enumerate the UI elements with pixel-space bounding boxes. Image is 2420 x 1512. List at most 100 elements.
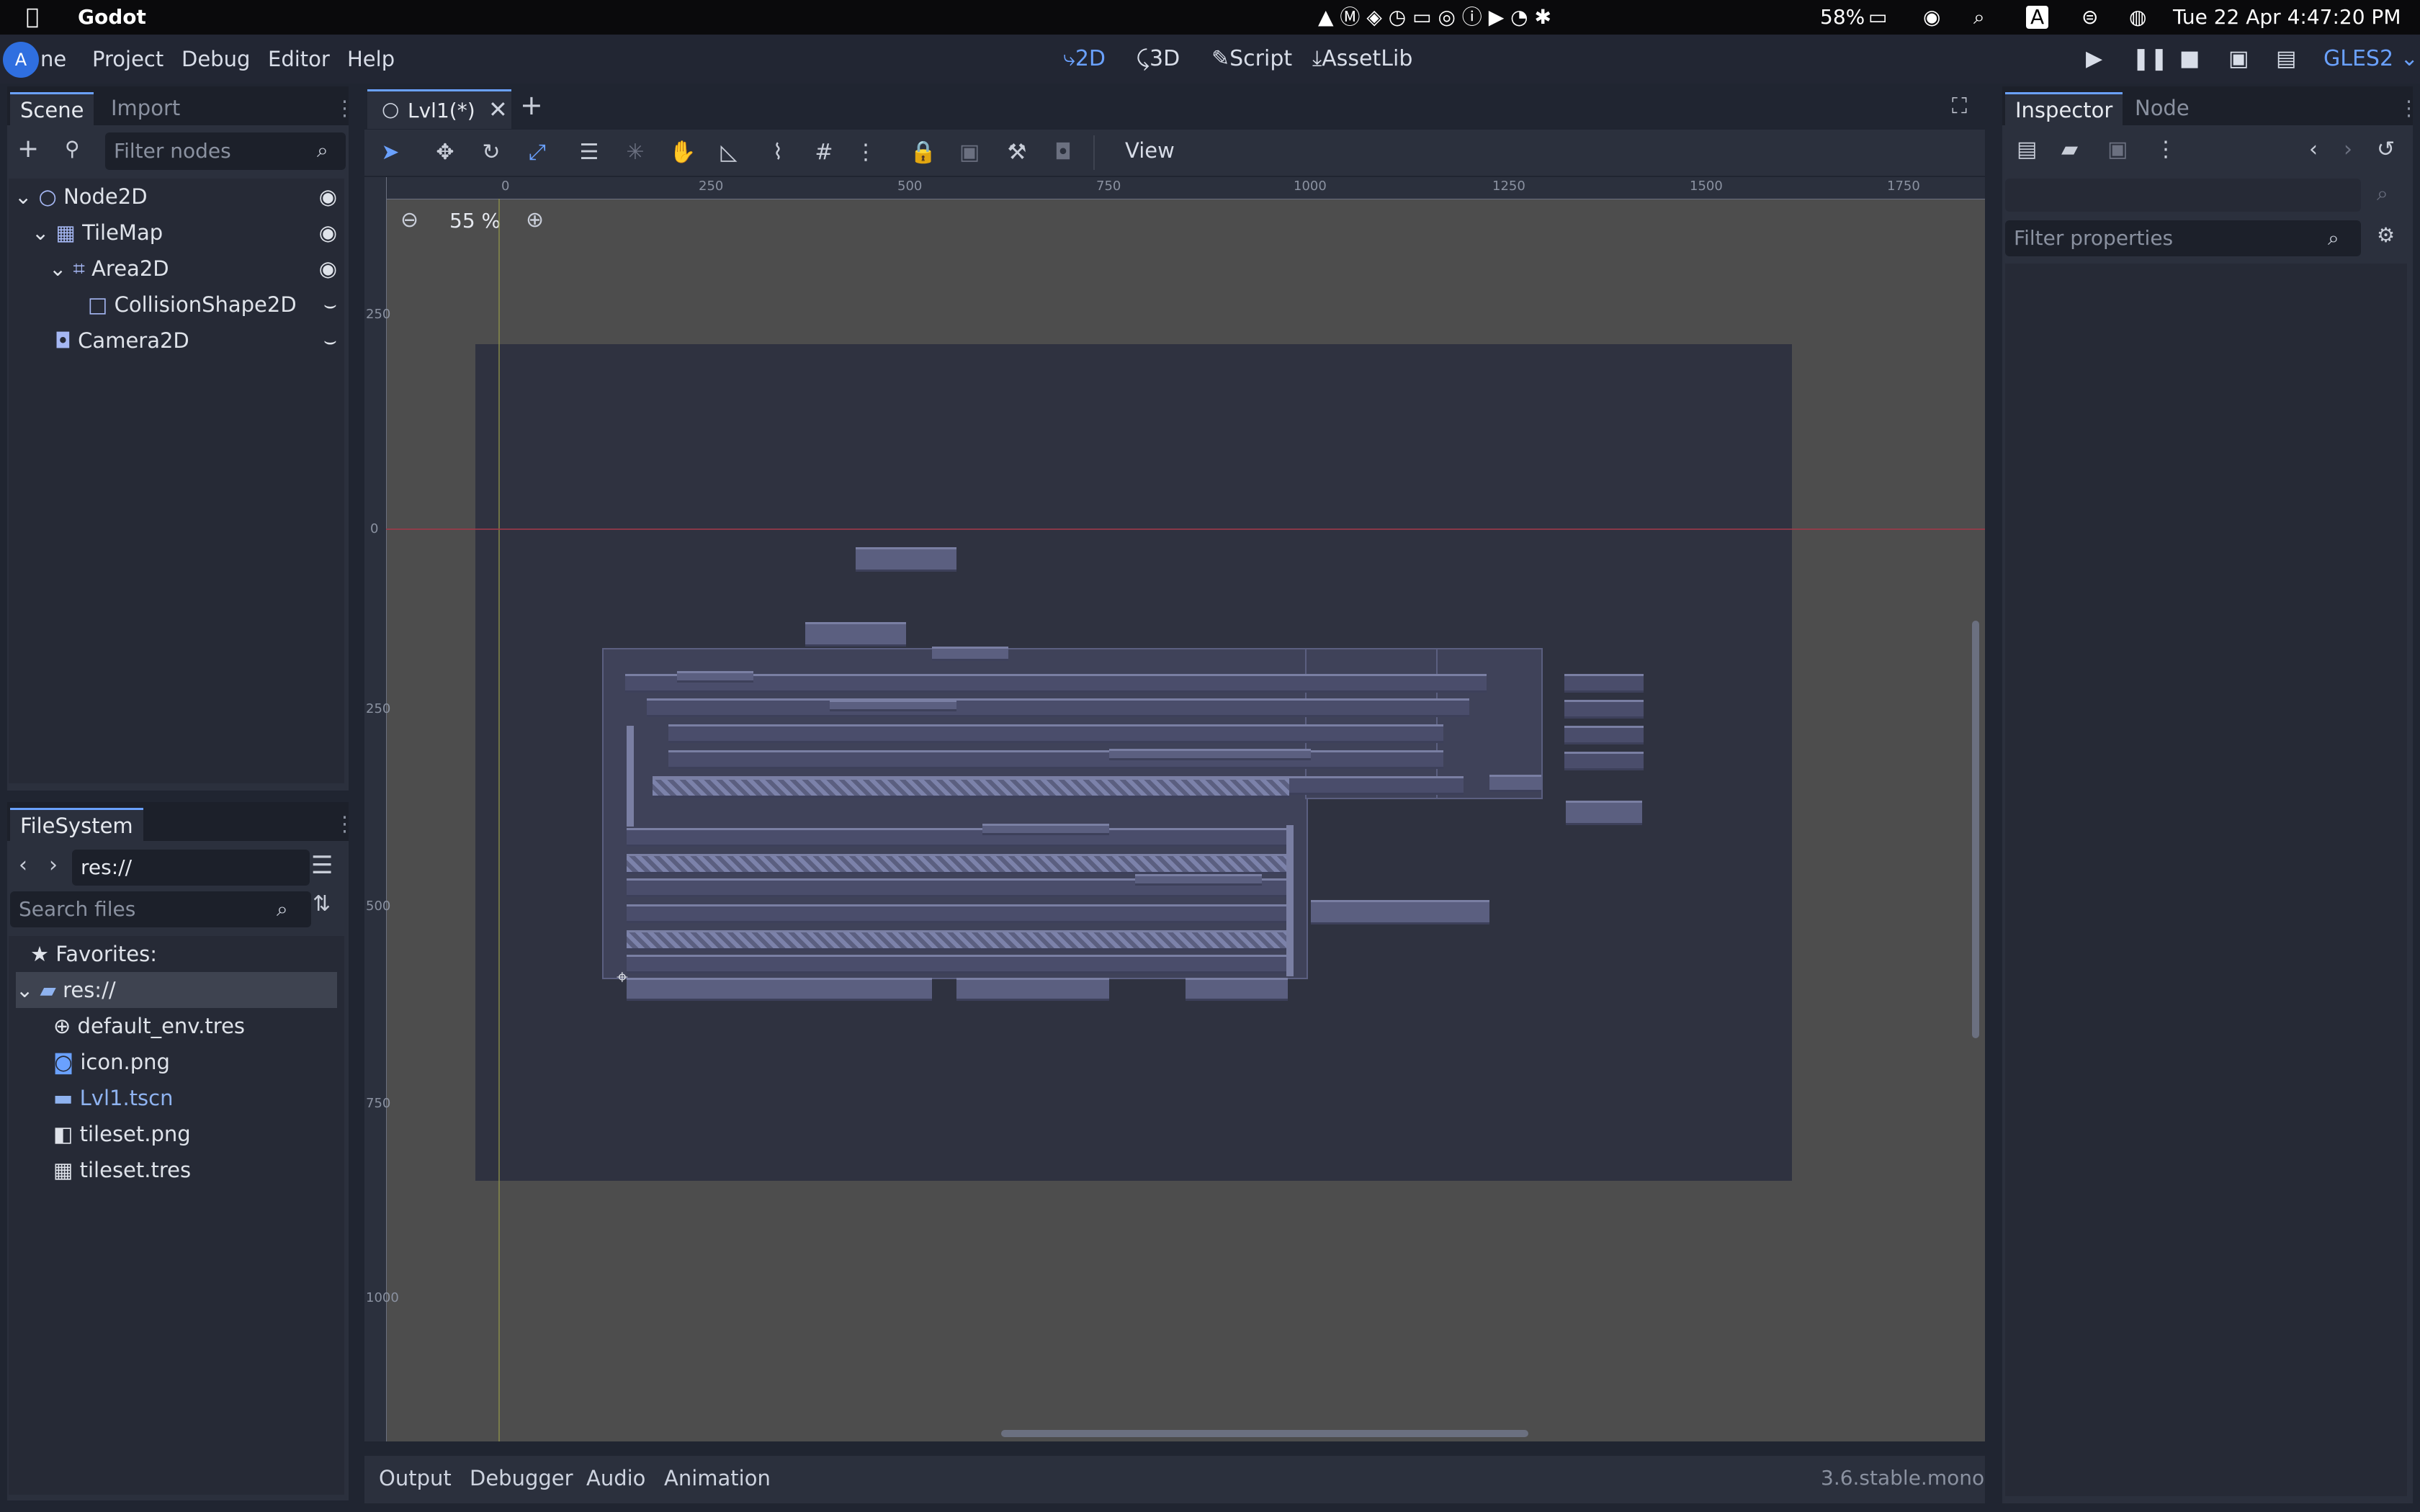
fullscreen-icon[interactable]: ⛶ — [1952, 94, 1967, 119]
open-folder-icon[interactable]: ▰ — [2061, 137, 2078, 162]
tab-output[interactable]: Output — [379, 1466, 452, 1490]
tab-inspector[interactable]: Inspector — [2005, 92, 2123, 126]
filter-properties-field[interactable]: Filter properties ⌕ — [2005, 220, 2361, 256]
zoom-in-icon[interactable]: ⊕ — [526, 207, 544, 233]
link-icon[interactable]: ⚲ — [65, 137, 80, 161]
camera-override-icon[interactable]: ◘ — [1044, 134, 1082, 171]
ruler-tool-icon[interactable]: ◺ — [710, 134, 748, 171]
split-view-icon[interactable]: ☰ — [311, 851, 333, 880]
menu-scene[interactable]: ne — [40, 45, 66, 73]
move-tool-icon[interactable]: ✥ — [426, 134, 464, 171]
filter-nodes-field[interactable]: Filter nodes ⌕ — [105, 132, 346, 170]
dock-menu-icon[interactable]: ⋮ — [324, 808, 365, 840]
tab-import[interactable]: Import — [101, 92, 190, 124]
visibility-eye-icon[interactable]: ◉ — [319, 179, 337, 215]
app-name[interactable]: Godot — [78, 4, 146, 30]
add-node-icon[interactable]: + — [17, 134, 39, 163]
workspace-3d[interactable]: ⤹3D — [1137, 43, 1180, 75]
pause-icon[interactable]: ❚❚ — [2132, 43, 2168, 75]
stop-icon[interactable]: ■ — [2179, 43, 2200, 75]
vertical-scrollbar[interactable] — [1972, 621, 1979, 1038]
workspace-script[interactable]: ✎Script — [1211, 43, 1292, 75]
renderer-select[interactable]: GLES2 ⌄ — [2323, 43, 2419, 75]
lock-icon[interactable]: 🔒 — [905, 134, 942, 171]
canvas-viewport[interactable]: 0 250 500 750 1000 1250 1500 1750 250 0 … — [364, 177, 1985, 1441]
tab-scene[interactable]: Scene — [10, 92, 94, 126]
zoom-level[interactable]: 55 % — [449, 209, 501, 233]
back-icon[interactable]: ‹ — [19, 852, 27, 878]
menu-debug[interactable]: Debug — [182, 45, 250, 73]
more-options-icon[interactable]: ⋮ — [2155, 137, 2177, 162]
tab-node[interactable]: Node — [2125, 92, 2200, 124]
view-menu[interactable]: View — [1125, 138, 1175, 163]
play-icon[interactable]: ▶ — [2086, 43, 2102, 75]
tree-item-tilemap[interactable]: ⌄ ▦ TileMap ◉ — [32, 215, 343, 251]
grid-snap-icon[interactable]: # — [805, 134, 843, 171]
spotlight-icon[interactable]: ⌕ — [1973, 4, 1985, 30]
hidden-eye-icon[interactable]: ⌣ — [323, 287, 337, 323]
file-item[interactable]: ▦ tileset.tres — [53, 1152, 191, 1188]
tab-animation[interactable]: Animation — [664, 1466, 771, 1490]
dock-menu-icon[interactable]: ⋮ — [2388, 92, 2420, 124]
file-item[interactable]: ▬ Lvl1.tscn — [53, 1080, 173, 1116]
file-item[interactable]: ⊕ default_env.tres — [53, 1008, 245, 1044]
rotate-tool-icon[interactable]: ↻ — [472, 134, 510, 171]
clock[interactable]: Tue 22 Apr 4:47:20 PM — [2173, 4, 2401, 30]
history-icon[interactable]: ↺ — [2377, 137, 2395, 162]
play-scene-icon[interactable]: ▣ — [2228, 43, 2249, 75]
avatar[interactable]: A — [3, 42, 39, 78]
input-source-badge[interactable]: A — [2026, 6, 2049, 29]
tree-item-area2d[interactable]: ⌄ ⌗ Area2D ◉ — [49, 251, 343, 287]
object-search-icon[interactable]: ⌕ — [2377, 181, 2388, 206]
history-back-icon[interactable]: ‹ — [2309, 137, 2318, 162]
visibility-eye-icon[interactable]: ◉ — [319, 215, 337, 251]
file-item[interactable]: ◙ icon.png — [53, 1044, 170, 1080]
menu-editor[interactable]: Editor — [268, 45, 330, 73]
menu-project[interactable]: Project — [92, 45, 163, 73]
tree-item-res-root[interactable]: ⌄ ▰ res:// — [16, 972, 337, 1008]
tree-item-node2d[interactable]: ⌄ ○ Node2D ◉ — [14, 179, 343, 215]
menu-help[interactable]: Help — [347, 45, 395, 73]
scene-tab-lvl1[interactable]: ○ Lvl1(*) ✕ — [367, 89, 511, 129]
dock-menu-icon[interactable]: ⋮ — [324, 92, 365, 124]
save-icon[interactable]: ▣ — [2107, 137, 2128, 162]
object-selector[interactable] — [2005, 179, 2361, 212]
history-forward-icon[interactable]: › — [2344, 137, 2352, 162]
smart-snap-icon[interactable]: ⌇ — [759, 134, 797, 171]
hidden-eye-icon[interactable]: ⌣ — [323, 323, 337, 359]
apple-icon[interactable]:  — [26, 4, 39, 30]
new-resource-icon[interactable]: ▤ — [2017, 137, 2037, 162]
play-custom-scene-icon[interactable]: ▤ — [2276, 43, 2296, 75]
group-icon[interactable]: ▣ — [951, 134, 988, 171]
path-field[interactable]: res:// — [72, 850, 310, 886]
tree-item-collisionshape2d[interactable]: □ CollisionShape2D ⌣ — [88, 287, 343, 323]
forward-icon[interactable]: › — [49, 852, 58, 878]
siri-icon[interactable]: ◍ — [2129, 4, 2146, 30]
scale-tool-icon[interactable]: ⤢ — [519, 134, 556, 171]
list-select-icon[interactable]: ☰ — [570, 134, 608, 171]
battery-icon[interactable]: ▭ — [1868, 4, 1887, 30]
tab-audio[interactable]: Audio — [586, 1466, 645, 1490]
snap-options-icon[interactable]: ⋮ — [847, 134, 884, 171]
search-files-field[interactable]: Search files ⌕ — [10, 891, 311, 927]
tab-debugger[interactable]: Debugger — [470, 1466, 573, 1490]
user-icon[interactable]: ◉ — [1923, 4, 1940, 30]
bone-icon[interactable]: ⚒ — [998, 134, 1036, 171]
file-item[interactable]: ◧ tileset.png — [53, 1116, 191, 1152]
favorites-row[interactable]: ★ Favorites: — [30, 936, 157, 972]
select-tool-icon[interactable]: ➤ — [372, 134, 409, 171]
close-icon[interactable]: ✕ — [488, 96, 508, 123]
origin-crosshair-icon[interactable]: ⌖ — [617, 965, 628, 989]
workspace-2d[interactable]: ⤷2D — [1063, 43, 1106, 75]
tab-filesystem[interactable]: FileSystem — [10, 808, 143, 842]
control-center-icon[interactable]: ⊜ — [2081, 4, 2098, 30]
sort-icon[interactable]: ⇅ — [313, 891, 331, 917]
new-tab-icon[interactable]: + — [520, 89, 543, 121]
visibility-eye-icon[interactable]: ◉ — [319, 251, 337, 287]
pivot-tool-icon[interactable]: ✳ — [617, 134, 654, 171]
pan-tool-icon[interactable]: ✋ — [664, 134, 702, 171]
property-tools-icon[interactable]: ⚙ — [2377, 223, 2395, 247]
workspace-assetlib[interactable]: ⤓AssetLib — [1312, 43, 1412, 75]
zoom-out-icon[interactable]: ⊖ — [400, 207, 418, 233]
tree-item-camera2d[interactable]: ◘ Camera2D ⌣ — [55, 323, 343, 359]
